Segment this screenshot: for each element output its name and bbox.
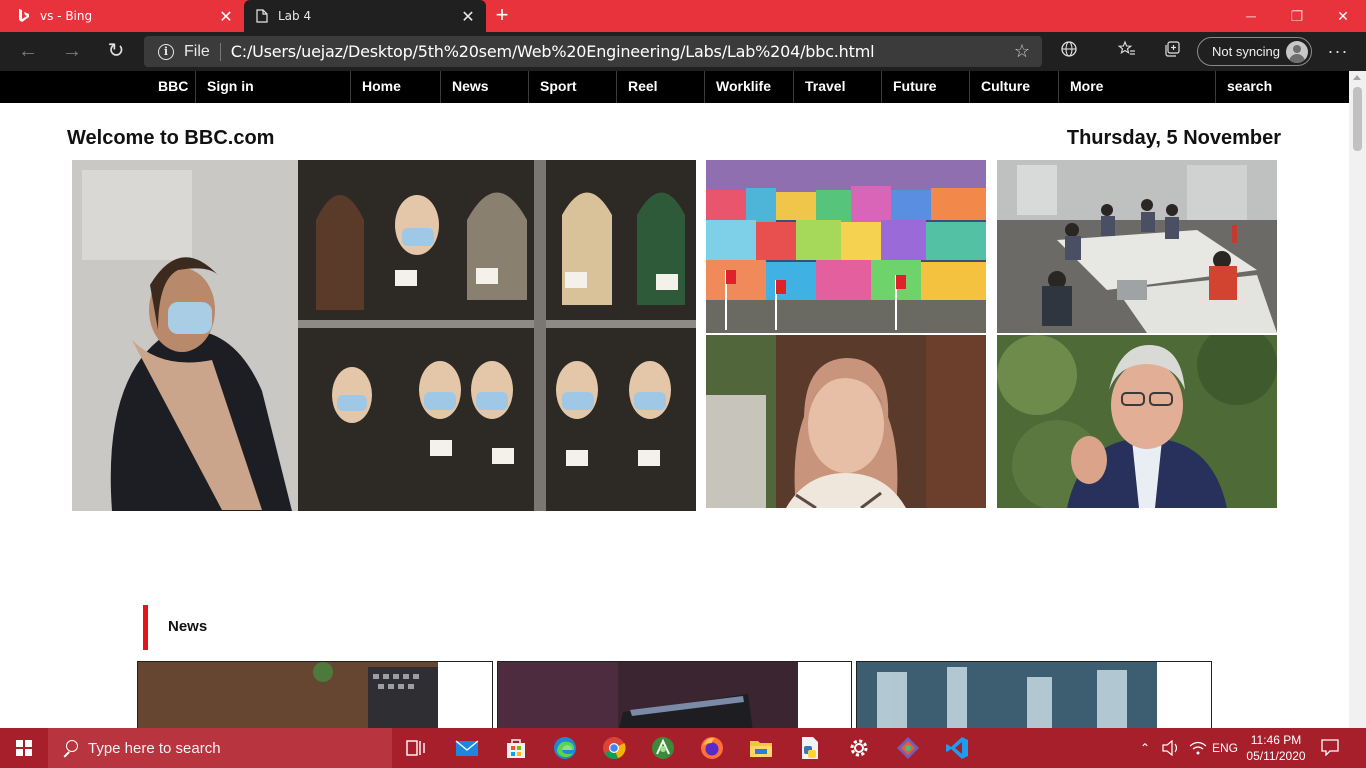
clock-time: 11:46 PM [1250,733,1302,747]
bing-icon [19,9,29,22]
news-card-1[interactable] [137,661,493,728]
mail-icon[interactable] [453,734,481,762]
favorites-icon[interactable] [1115,40,1139,64]
back-arrow-icon[interactable]: ← [14,38,42,66]
browser-tab-strip: vs - Bing ✕ Lab 4 ✕ + ─ ❐ ✕ [0,0,1366,32]
browser-toolbar: ← → ↻ i File C:/Users/uejaz/Desktop/5th%… [0,32,1366,71]
tab-title: vs - Bing [40,9,93,23]
edge-icon[interactable] [551,734,579,762]
nav-culture[interactable]: Culture [969,71,1059,103]
address-bar[interactable]: i File C:/Users/uejaz/Desktop/5th%20sem/… [144,36,1042,67]
avatar [1286,41,1308,63]
collections-icon[interactable] [1160,40,1184,64]
profile-button[interactable]: Not syncing [1197,37,1312,66]
nav-worklife[interactable]: Worklife [704,71,794,103]
git-client-icon[interactable] [894,734,922,762]
volume-icon[interactable] [1162,728,1180,768]
news-card-2[interactable] [497,661,852,728]
tray-overflow-icon[interactable]: ⌃ [1140,728,1150,768]
more-menu-icon[interactable]: ··· [1326,38,1350,66]
scroll-thumb[interactable] [1353,87,1362,151]
info-icon[interactable]: i [158,43,174,60]
image-woman-portrait[interactable] [706,335,986,508]
taskbar-clock[interactable]: 11:46 PM 05/11/2020 [1246,732,1306,764]
nav-reel[interactable]: Reel [616,71,705,103]
python-file-icon[interactable] [796,734,824,762]
refresh-icon[interactable]: ↻ [102,38,130,66]
image-office-workers[interactable] [997,160,1277,333]
wifi-icon[interactable] [1189,728,1207,768]
close-window-icon[interactable]: ✕ [1320,0,1366,32]
nav-news[interactable]: News [440,71,529,103]
bbc-nav-bar: BBC Sign in Home News Sport Reel Worklif… [0,71,1349,103]
scheme-label: File [184,42,210,60]
start-button[interactable] [0,728,48,768]
section-marker [143,605,148,650]
android-studio-icon[interactable] [649,734,677,762]
settings-gear-icon[interactable] [845,734,873,762]
minimize-icon[interactable]: ─ [1228,0,1274,32]
nav-home[interactable]: Home [350,71,440,103]
document-icon [256,9,268,23]
close-tab-icon[interactable]: ✕ [456,7,480,26]
current-date: Thursday, 5 November [1066,127,1281,149]
windows-logo-icon [16,740,32,756]
search-icon [62,740,78,756]
page-scrollbar[interactable] [1349,71,1366,728]
file-explorer-icon[interactable] [747,734,775,762]
forward-arrow-icon[interactable]: → [58,38,86,66]
nav-more[interactable]: More [1058,71,1216,103]
firefox-icon[interactable] [698,734,726,762]
news-card-image [857,662,1157,728]
news-card-3[interactable] [856,661,1212,728]
chrome-icon[interactable] [600,734,628,762]
page-viewport: BBC Sign in Home News Sport Reel Worklif… [0,71,1366,728]
nav-future[interactable]: Future [881,71,970,103]
globe-icon[interactable] [1057,40,1081,64]
notification-center-icon[interactable] [1320,738,1344,758]
windows-taskbar: Type here to search ⌃ ENG 11:46 PM 05/11… [0,728,1366,768]
image-colorful-village[interactable] [706,160,986,333]
new-tab-button[interactable]: + [490,4,514,28]
close-tab-icon[interactable]: ✕ [214,7,238,26]
clock-date: 05/11/2020 [1246,749,1306,763]
news-section-title: News [168,618,208,635]
nav-search[interactable]: search [1215,71,1349,103]
input-language[interactable]: ENG [1212,728,1238,768]
news-card-image [498,662,798,728]
taskbar-search-placeholder: Type here to search [88,739,221,757]
nav-travel[interactable]: Travel [793,71,882,103]
scroll-up-arrow-icon[interactable] [1353,75,1361,80]
tab-bing[interactable]: vs - Bing ✕ [0,0,244,32]
news-card-image [138,662,438,728]
image-man-speaking[interactable] [997,335,1277,508]
hero-image-masks[interactable] [72,160,696,511]
nav-bbc-logo[interactable]: BBC [147,71,188,103]
task-view-icon[interactable] [402,734,430,762]
welcome-heading: Welcome to BBC.com [67,127,275,149]
profile-status-label: Not syncing [1212,44,1280,59]
nav-sport[interactable]: Sport [528,71,618,103]
tab-lab4[interactable]: Lab 4 ✕ [244,0,486,32]
restore-icon[interactable]: ❐ [1274,0,1320,32]
taskbar-search-box[interactable]: Type here to search [48,728,392,768]
nav-sign-in[interactable]: Sign in [195,71,351,103]
url-text[interactable]: C:/Users/uejaz/Desktop/5th%20sem/Web%20E… [231,42,1014,61]
vscode-icon[interactable] [943,734,971,762]
favorite-star-icon[interactable]: ☆ [1014,41,1030,62]
divider [219,42,221,61]
store-icon[interactable] [502,734,530,762]
tab-title: Lab 4 [278,9,312,23]
